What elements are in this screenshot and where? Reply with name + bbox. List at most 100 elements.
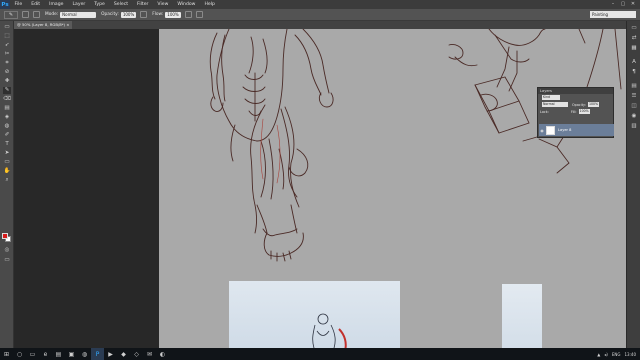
layer-name: Layer 8 [558, 128, 572, 132]
app-icon-1[interactable]: ◆ [117, 348, 130, 360]
layer-row[interactable]: ◉ Layer 8 [539, 124, 614, 136]
store-icon[interactable]: ▣ [65, 348, 78, 360]
marquee-tool-icon[interactable]: ⬚ [3, 33, 11, 40]
lasso-tool-icon[interactable]: ➶ [3, 42, 11, 49]
menu-window[interactable]: Window [173, 0, 200, 9]
mode-select[interactable]: Normal [60, 11, 97, 18]
properties-panel-icon[interactable]: ▥ [630, 123, 638, 130]
lock-label: Lock: [540, 109, 549, 114]
clock[interactable]: 13:40 [624, 352, 636, 357]
file-explorer-icon[interactable]: ▤ [52, 348, 65, 360]
brush-icon: ✎ [8, 11, 14, 18]
brush-panel-icon[interactable] [33, 11, 40, 18]
menu-type[interactable]: Type [90, 0, 110, 9]
layer-blend-row: Normal Opacity: 100% [538, 101, 613, 108]
panel-dock: ▭ ⇄ ▦ A ¶ ▤ ☰ ◫ ◉ ▥ [626, 21, 640, 348]
mode-label: Mode: [45, 12, 59, 17]
airbrush-icon[interactable] [184, 11, 192, 18]
close-button[interactable]: ✕ [628, 0, 638, 9]
pressure-size-icon[interactable] [195, 11, 203, 18]
eraser-tool-icon[interactable]: ⌫ [3, 96, 11, 103]
color-panel-icon[interactable]: ▭ [630, 25, 638, 32]
menu-file[interactable]: File [10, 0, 27, 9]
dodge-tool-icon[interactable]: ◍ [3, 123, 11, 130]
app-icon-3[interactable]: ✉ [143, 348, 156, 360]
type-tool-icon[interactable]: T [3, 141, 11, 148]
history-panel-icon[interactable]: ⇄ [630, 35, 638, 42]
layer-filter-row: Kind [538, 94, 613, 101]
screen-mode-icon[interactable]: ▭ [3, 257, 11, 264]
menu-view[interactable]: View [153, 0, 173, 9]
opacity-control: Opacity: 100% [101, 11, 137, 18]
tool-preset-picker[interactable]: ✎ [4, 10, 18, 19]
eye-icon[interactable]: ◉ [539, 128, 545, 133]
layer-opacity-input[interactable]: 100% [587, 102, 600, 107]
media-icon[interactable]: ▶ [104, 348, 117, 360]
layer-kind-filter[interactable]: Kind [542, 95, 560, 100]
gradient-tool-icon[interactable]: ▤ [3, 105, 11, 112]
photoshop-logo: Ps [0, 0, 10, 9]
brush-tool-icon[interactable]: ✎ [3, 87, 11, 94]
mode-control: Mode: Normal [45, 11, 97, 18]
menu-edit[interactable]: Edit [27, 0, 45, 9]
move-tool-icon[interactable]: ▭ [3, 24, 11, 31]
pen-tool-icon[interactable]: ✐ [3, 132, 11, 139]
document-tab-bar: @ 50% (Layer 8, RGB/8*) × [14, 21, 626, 29]
chrome-icon[interactable]: ◍ [78, 348, 91, 360]
opacity-label: Opacity: [101, 12, 119, 17]
browser-icon[interactable]: e [39, 348, 52, 360]
document-canvas[interactable] [159, 29, 626, 348]
layer-lock-row: Lock: Fill: 100% [538, 108, 613, 115]
hand-tool-icon[interactable]: ✋ [3, 168, 11, 175]
app-icon-2[interactable]: ◇ [130, 348, 143, 360]
menu-image[interactable]: Image [45, 0, 68, 9]
photoshop-taskbar-icon[interactable]: P [91, 348, 104, 360]
menu-help[interactable]: Help [200, 0, 219, 9]
crop-tool-icon[interactable]: ⌗ [3, 60, 11, 67]
flow-control: Flow: 100% [152, 11, 181, 18]
channels-panel-icon[interactable]: ◫ [630, 103, 638, 110]
layers-panel-icon[interactable]: ☰ [630, 93, 638, 100]
fill-label: Fill: [570, 109, 577, 114]
maximize-button[interactable]: ▢ [618, 0, 628, 9]
layer-thumbnail [546, 125, 555, 135]
language-indicator[interactable]: ENG [612, 352, 621, 357]
brush-preset-icon[interactable] [22, 11, 29, 18]
adjustments-panel-icon[interactable]: ◉ [630, 113, 638, 120]
start-icon[interactable]: ⊞ [0, 348, 13, 360]
menu-layer[interactable]: Layer [68, 0, 90, 9]
eyedropper-tool-icon[interactable]: ⊘ [3, 69, 11, 76]
quick-mask-icon[interactable]: ◎ [3, 247, 11, 254]
path-select-tool-icon[interactable]: ➤ [3, 150, 11, 157]
reference-photo [229, 281, 400, 348]
menu-select[interactable]: Select [109, 0, 132, 9]
blend-mode-select[interactable]: Normal [542, 102, 568, 107]
opacity-input[interactable]: 100% [120, 11, 137, 18]
character-panel-icon[interactable]: A [630, 59, 638, 66]
layer-fill-input[interactable]: 100% [578, 109, 590, 114]
swatches-panel-icon[interactable]: ▦ [630, 45, 638, 52]
document-tab[interactable]: @ 50% (Layer 8, RGB/8*) × [14, 21, 72, 29]
paragraph-panel-icon[interactable]: ¶ [630, 69, 638, 76]
blur-tool-icon[interactable]: ◈ [3, 114, 11, 121]
zoom-tool-icon[interactable]: ⌕ [3, 177, 11, 184]
menu-filter[interactable]: Filter [133, 0, 153, 9]
pasteboard [14, 29, 159, 348]
flow-label: Flow: [152, 12, 164, 17]
shape-tool-icon[interactable]: ▭ [3, 159, 11, 166]
healing-tool-icon[interactable]: ✚ [3, 78, 11, 85]
network-icon[interactable]: ▲ [597, 352, 600, 357]
task-view-icon[interactable]: ▭ [26, 348, 39, 360]
volume-icon[interactable]: ◂) [604, 352, 608, 357]
pressure-opacity-icon[interactable] [140, 11, 148, 18]
layers-panel: Layers Kind Normal Opacity: 100% Lock: F… [537, 87, 614, 138]
quick-select-tool-icon[interactable]: ✂ [3, 51, 11, 58]
window-controls: – ▢ ✕ [608, 0, 638, 9]
search-icon[interactable]: ○ [13, 348, 26, 360]
brushes-panel-icon[interactable]: ▤ [630, 83, 638, 90]
workspace-switcher[interactable]: Painting [590, 11, 636, 18]
app-icon-4[interactable]: ◐ [156, 348, 169, 360]
foreground-color-swatch[interactable] [2, 233, 8, 239]
minimize-button[interactable]: – [608, 0, 618, 9]
flow-input[interactable]: 100% [165, 11, 181, 18]
